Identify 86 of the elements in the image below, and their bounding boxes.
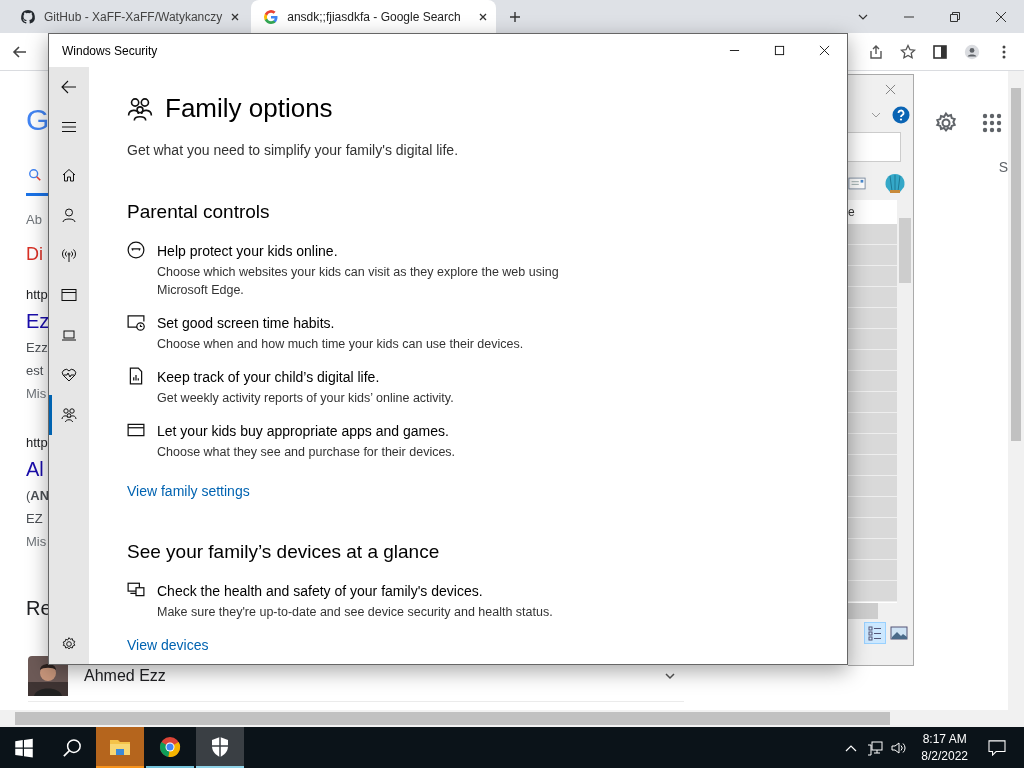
chevron-down-icon[interactable] bbox=[664, 670, 676, 682]
column-header[interactable]: e bbox=[848, 200, 897, 224]
report-chart-icon bbox=[127, 367, 145, 385]
item-description: Choose when and how much time your kids can use their devices. bbox=[157, 336, 525, 353]
section-heading: Parental controls bbox=[127, 201, 270, 223]
network-icon[interactable] bbox=[867, 739, 884, 756]
star-icon[interactable] bbox=[900, 43, 916, 60]
logo-letter: G bbox=[26, 103, 48, 137]
home-icon bbox=[61, 167, 77, 183]
plus-icon[interactable] bbox=[509, 10, 522, 23]
settings-icon bbox=[61, 636, 77, 652]
result-snippet: Ab bbox=[26, 211, 43, 229]
smiley-face-icon bbox=[127, 241, 145, 259]
search-icon bbox=[62, 737, 82, 758]
result-snippet: Al bbox=[26, 457, 45, 482]
result-snippet: Mis bbox=[26, 385, 48, 403]
input-field[interactable] bbox=[848, 132, 901, 162]
back-arrow-icon bbox=[61, 79, 77, 95]
shell-icon[interactable] bbox=[883, 172, 907, 194]
antenna-icon bbox=[61, 247, 77, 263]
section-heading: See your family’s devices at a glance bbox=[127, 541, 440, 563]
profile-icon[interactable] bbox=[964, 43, 980, 60]
horizontal-scrollbar[interactable] bbox=[0, 710, 1024, 727]
page-subtitle: Get what you need to simplify your family's digital life. bbox=[127, 142, 459, 158]
result-snippet: (AN bbox=[26, 487, 48, 505]
devices-icon bbox=[127, 581, 145, 599]
family-icon bbox=[61, 407, 77, 423]
result-snippet: Ezz bbox=[26, 339, 48, 357]
search-icon[interactable] bbox=[28, 168, 42, 182]
windows-logo-icon bbox=[14, 737, 34, 758]
person-icon bbox=[61, 207, 77, 223]
close-icon[interactable] bbox=[819, 45, 830, 56]
maximize-icon[interactable] bbox=[774, 45, 785, 56]
item-title: Help protect your kids online. bbox=[157, 243, 339, 259]
person-name[interactable]: Ahmed Ezz bbox=[84, 667, 166, 685]
result-snippet: Mis bbox=[26, 533, 48, 551]
restore-icon[interactable] bbox=[949, 10, 961, 23]
google-g-icon bbox=[263, 8, 280, 25]
item-description: Choose what they see and purchase for their devices. bbox=[157, 444, 457, 461]
image-view-icon[interactable] bbox=[889, 623, 909, 643]
result-snippet: EZ bbox=[26, 510, 44, 528]
browser-tab[interactable]: GitHub - XaFF-XaFF/Watykanczy bbox=[8, 0, 249, 33]
close-icon[interactable] bbox=[230, 11, 241, 22]
result-snippet: est bbox=[26, 362, 45, 380]
tab-underline bbox=[26, 193, 48, 196]
browser-tab[interactable]: ansdk;;fjiasdkfa - Google Search bbox=[251, 0, 497, 33]
clock-date[interactable]: 8/2/2022 bbox=[921, 747, 968, 765]
clock-time[interactable]: 8:17 AM bbox=[922, 730, 967, 748]
laptop-icon bbox=[61, 327, 77, 343]
item-title: Let your kids buy appropriate apps and games. bbox=[157, 423, 450, 439]
card-icon bbox=[127, 421, 145, 439]
chrome-icon bbox=[158, 734, 182, 759]
security-taskbar-button[interactable] bbox=[196, 727, 244, 768]
apps-grid-icon[interactable] bbox=[980, 111, 1004, 135]
item-description: Make sure they're up-to-date and see device security and health status. bbox=[157, 604, 554, 621]
result-snippet: Di bbox=[26, 243, 44, 266]
settings-link[interactable]: View devices bbox=[127, 637, 209, 653]
item-title: Keep track of your child’s digital life. bbox=[157, 369, 381, 385]
help-icon[interactable] bbox=[892, 106, 910, 124]
settings-link[interactable]: View family settings bbox=[127, 483, 250, 499]
vertical-scrollbar[interactable] bbox=[1008, 71, 1024, 710]
item-title: Set good screen time habits. bbox=[157, 315, 336, 331]
window-title: Windows Security bbox=[62, 43, 158, 58]
notifications-icon[interactable] bbox=[988, 739, 1006, 756]
result-snippet: http bbox=[26, 286, 48, 304]
close-icon[interactable] bbox=[478, 11, 489, 22]
item-title: Check the health and safety of your family's devices. bbox=[157, 583, 484, 599]
github-cat-icon bbox=[20, 8, 36, 25]
share-icon[interactable] bbox=[868, 43, 884, 60]
family-icon bbox=[127, 95, 153, 122]
browser-window-icon bbox=[61, 287, 77, 303]
back-arrow-icon[interactable] bbox=[12, 43, 28, 60]
page-title: Family options bbox=[165, 93, 333, 124]
volume-icon[interactable] bbox=[891, 739, 908, 756]
item-description: Choose which websites your kids can visit as they explore the web using Microsoft Edge. bbox=[157, 264, 560, 299]
screen-clock-icon bbox=[127, 313, 145, 331]
envelope-icon[interactable] bbox=[848, 176, 866, 190]
result-snippet: Ez bbox=[26, 309, 48, 334]
item-description: Get weekly activity reports of your kids’ online activity. bbox=[157, 390, 455, 407]
sidebar-icon[interactable] bbox=[932, 43, 948, 60]
tab-label[interactable]: S bbox=[998, 159, 1008, 175]
heart-pulse-icon bbox=[61, 367, 77, 383]
result-snippet: http bbox=[26, 434, 48, 452]
close-icon[interactable] bbox=[995, 10, 1007, 23]
menu-icon bbox=[61, 119, 77, 135]
details-view-icon[interactable] bbox=[865, 623, 885, 643]
